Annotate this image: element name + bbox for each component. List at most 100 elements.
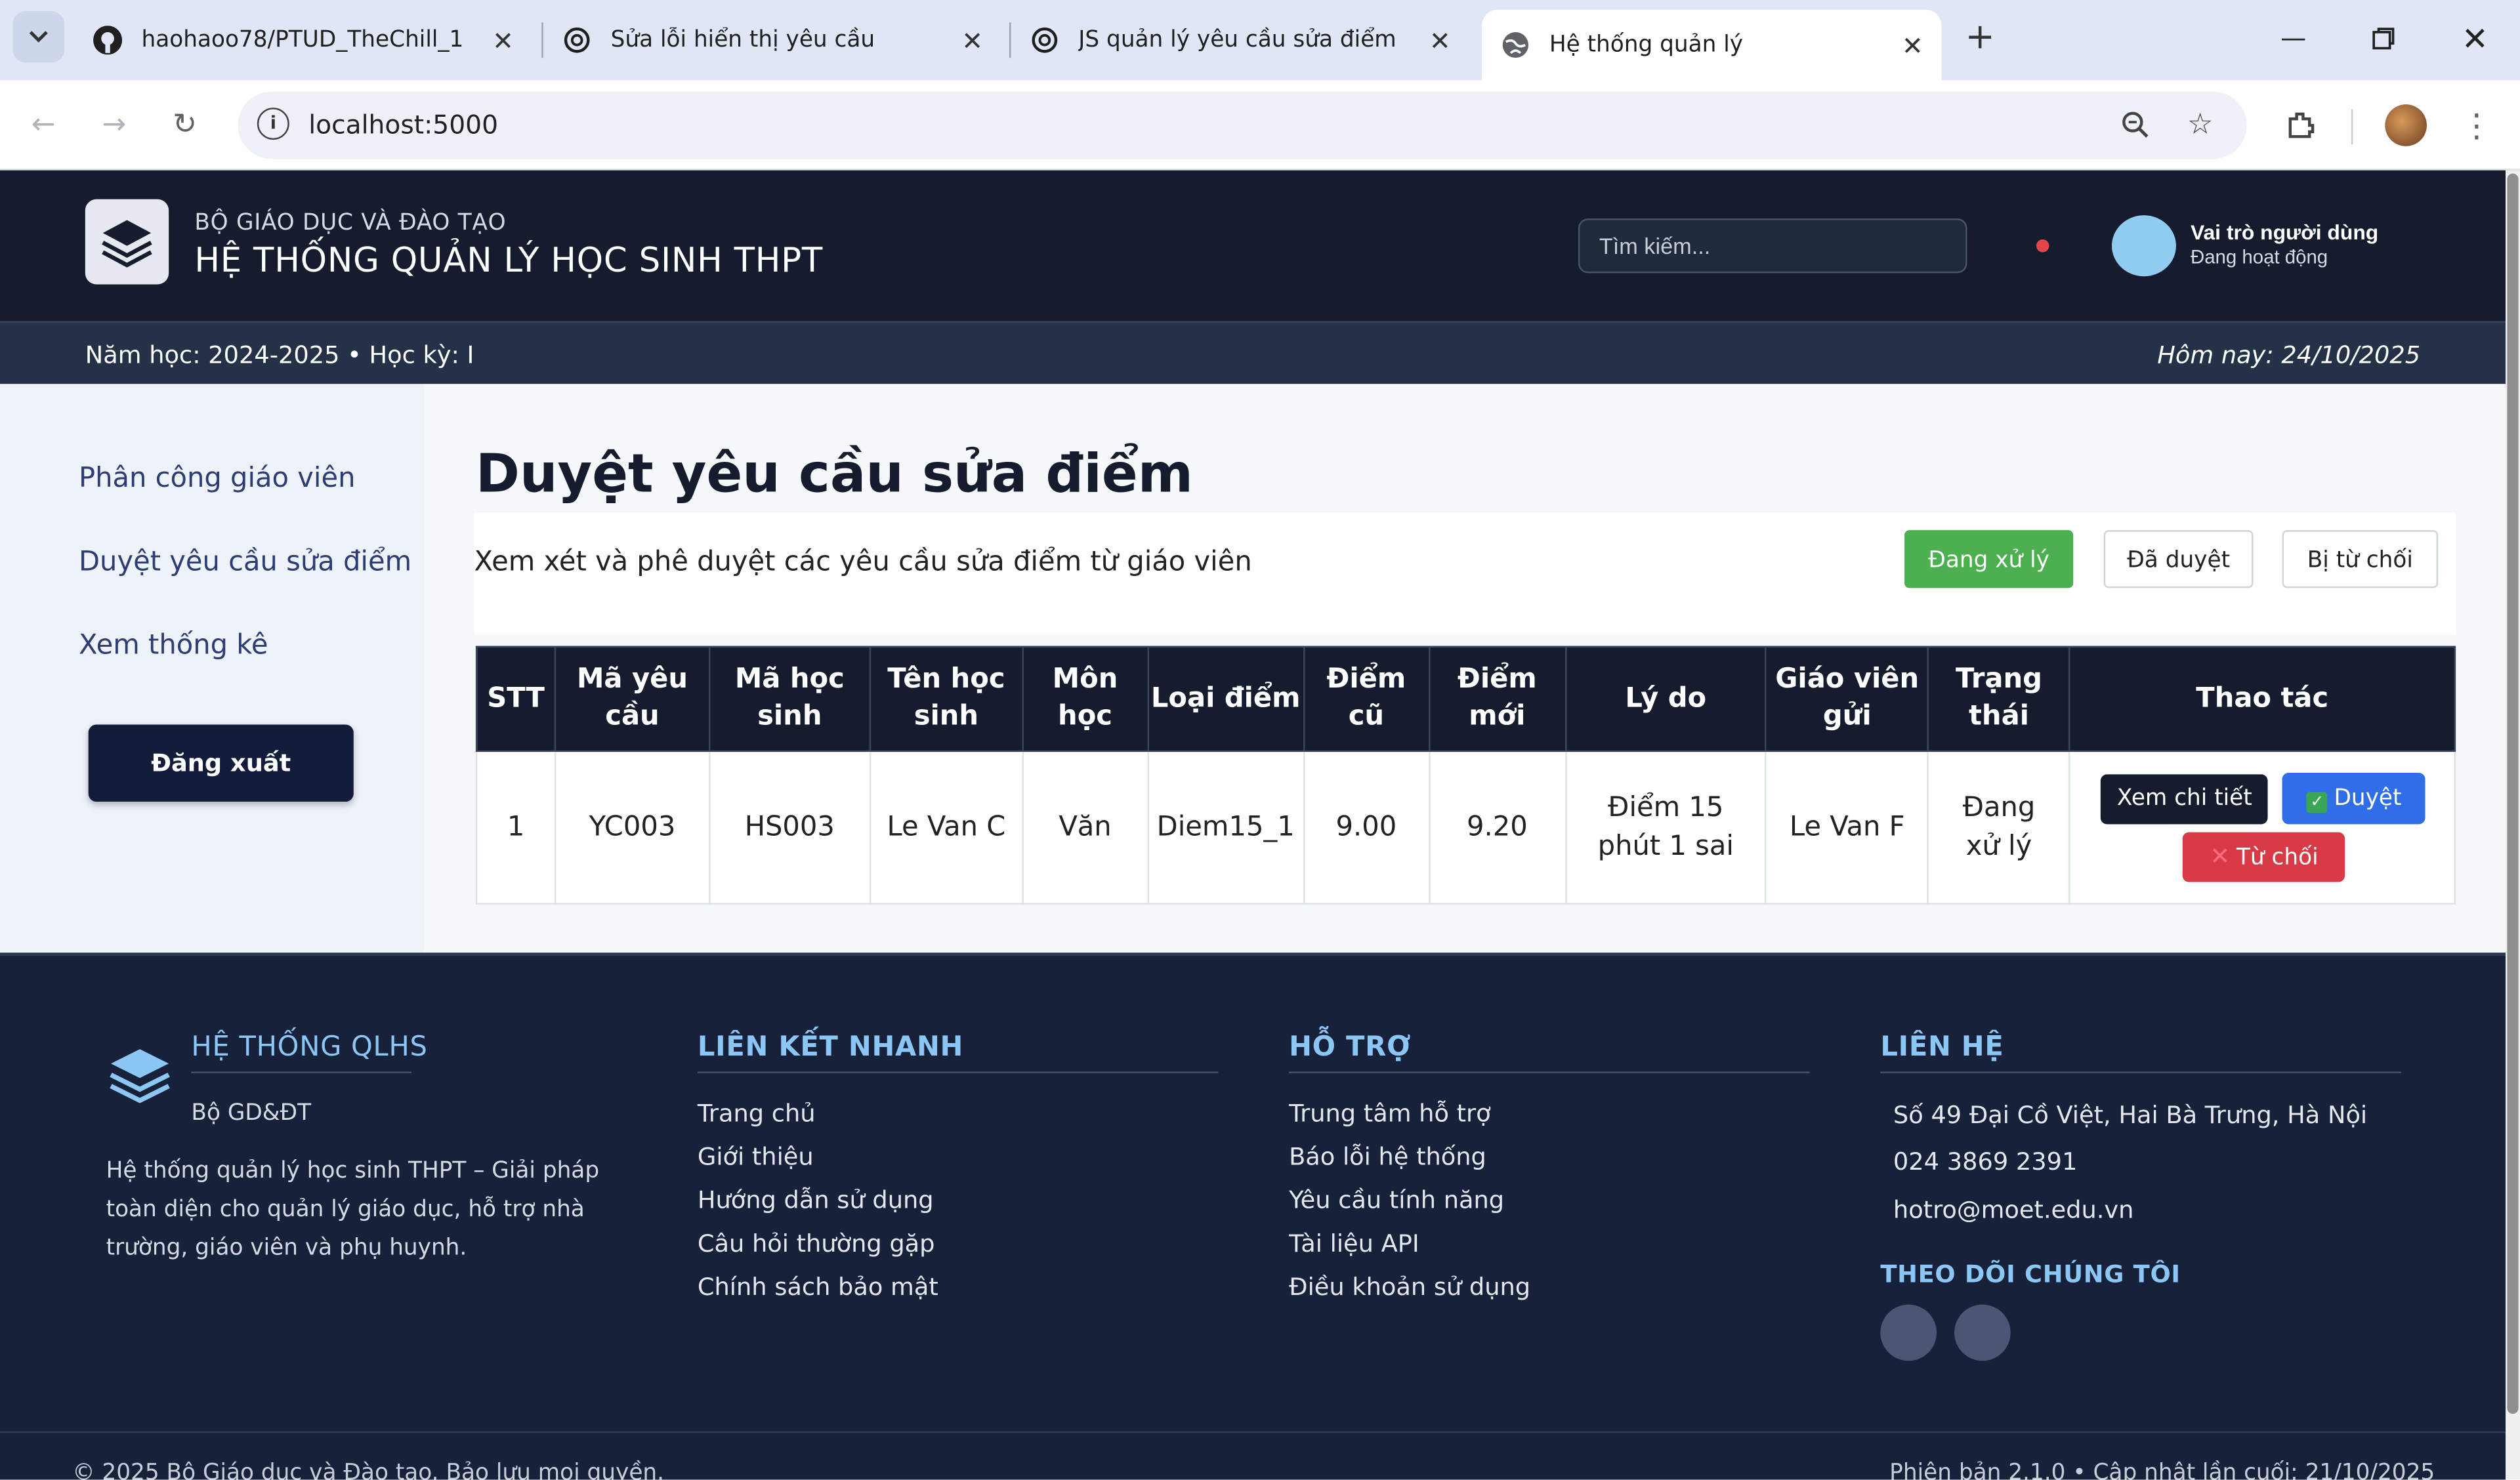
new-tab-button[interactable]: +: [1958, 16, 2003, 61]
column-header[interactable]: Lý do: [1564, 646, 1767, 752]
scrollbar-thumb[interactable]: [2507, 173, 2519, 1414]
footer-link-home[interactable]: Trang chủ: [698, 1099, 816, 1128]
tab-search-button[interactable]: [12, 11, 64, 63]
sidebar-item-assign-teacher[interactable]: Phân công giáo viên: [79, 462, 355, 495]
cell-score-type: Diem15_1: [1146, 750, 1305, 905]
profile-avatar[interactable]: [2385, 104, 2427, 146]
social-link[interactable]: [1954, 1304, 2011, 1361]
main-content: Duyệt yêu cầu sửa điểm Xem xét và phê du…: [424, 384, 2506, 953]
user-status: Đang hoạt động: [2190, 245, 2328, 268]
footer-link-privacy[interactable]: Chính sách bảo mật: [698, 1273, 938, 1302]
footer-divider: [1289, 1071, 1810, 1073]
column-header[interactable]: STT: [475, 646, 556, 752]
close-icon[interactable]: ✕: [1897, 30, 1929, 60]
footer: HỆ THỐNG QLHS Bộ GD&ĐT Hệ thống quản lý …: [0, 953, 2506, 1480]
close-icon[interactable]: ✕: [956, 25, 988, 56]
approve-button[interactable]: ✓ Duyệt: [2282, 772, 2426, 825]
social-link[interactable]: [1880, 1304, 1937, 1361]
cell-subject: Văn: [1021, 750, 1149, 905]
footer-link-api-docs[interactable]: Tài liệu API: [1289, 1229, 1419, 1258]
column-header[interactable]: Loại điểm: [1146, 646, 1305, 752]
notification-dot[interactable]: [2036, 239, 2049, 253]
column-header[interactable]: Mã yêu cầu: [554, 646, 711, 752]
view-detail-button[interactable]: Xem chi tiết: [2101, 774, 2269, 825]
footer-description: Hệ thống quản lý học sinh THPT – Giải ph…: [106, 1158, 600, 1262]
browser-tab-chat-2[interactable]: JS quản lý yêu cầu sửa điểm ✕: [1011, 10, 1469, 71]
window-close-icon[interactable]: ✕: [2451, 16, 2499, 61]
footer-link-bug-report[interactable]: Báo lỗi hệ thống: [1289, 1142, 1486, 1171]
close-icon[interactable]: ✕: [1424, 25, 1456, 56]
search-input[interactable]: [1578, 218, 1967, 274]
column-header[interactable]: Trạng thái: [1927, 646, 2070, 752]
user-avatar[interactable]: [2111, 215, 2176, 277]
column-header[interactable]: Điểm mới: [1428, 646, 1566, 752]
restore-icon[interactable]: [2359, 16, 2407, 61]
column-header[interactable]: Giáo viên gửi: [1765, 646, 1929, 752]
footer-link-guide[interactable]: Hướng dẫn sử dụng: [698, 1185, 934, 1214]
cell-stt: 1: [475, 750, 556, 905]
footer-divider: [697, 1071, 1219, 1073]
contact-email[interactable]: hotro@moet.edu.vn: [1893, 1195, 2134, 1224]
browser-tab-active[interactable]: Hệ thống quản lý ✕: [1481, 9, 1942, 81]
cell-reason: Điểm 15 phút 1 sai: [1564, 750, 1767, 905]
requests-table: STT Mã yêu cầu Mã học sinh Tên học sinh …: [475, 646, 2456, 905]
footer-link-faq[interactable]: Câu hỏi thường gặp: [698, 1229, 935, 1258]
back-icon[interactable]: ←: [21, 103, 66, 148]
column-header[interactable]: Mã học sinh: [708, 646, 871, 752]
tab-title: Sửa lỗi hiển thị yêu cầu: [610, 27, 875, 53]
filter-pending-button[interactable]: Đang xử lý: [1904, 530, 2074, 588]
column-header[interactable]: Thao tác: [2068, 646, 2456, 752]
footer-link-support-center[interactable]: Trung tâm hỗ trợ: [1289, 1099, 1491, 1128]
footer-divider: [1880, 1071, 2401, 1073]
view-detail-label: Xem chi tiết: [2116, 785, 2252, 812]
page-description: Xem xét và phê duyệt các yêu cầu sửa điể…: [474, 546, 1252, 579]
column-header[interactable]: Điểm cũ: [1303, 646, 1430, 752]
browser-tab-chat-1[interactable]: Sửa lỗi hiển thị yêu cầu ✕: [543, 10, 1001, 71]
footer-brand-sub: Bộ GD&ĐT: [191, 1100, 312, 1126]
sidebar-item-statistics[interactable]: Xem thống kê: [79, 630, 268, 662]
cell-new-score: 9.20: [1428, 750, 1566, 905]
sidebar: Phân công giáo viên Duyệt yêu cầu sửa đi…: [0, 384, 425, 953]
page: haohaoo78/PTUD_TheChill_1 ✕ Sửa lỗi hiển…: [0, 0, 2520, 1480]
footer-link-terms[interactable]: Điều khoản sử dụng: [1289, 1273, 1530, 1302]
cell-request-id: YC003: [554, 750, 711, 905]
contact-address: Số 49 Đại Cồ Việt, Hai Bà Trưng, Hà Nội: [1893, 1100, 2368, 1130]
sidebar-item-approve-requests[interactable]: Duyệt yêu cầu sửa điểm: [79, 546, 411, 579]
footer-divider: [0, 1431, 2506, 1433]
toolbar-divider: [2351, 109, 2353, 145]
browser-tab-github[interactable]: haohaoo78/PTUD_TheChill_1 ✕: [74, 10, 532, 71]
minimize-icon[interactable]: —: [2269, 16, 2317, 61]
footer-link-feature-request[interactable]: Yêu cầu tính năng: [1289, 1185, 1504, 1214]
version-info: Phiên bản 2.1.0 • Cập nhật lần cuối: 21/…: [1889, 1460, 2435, 1480]
zoom-icon[interactable]: [2116, 106, 2155, 145]
url-text[interactable]: localhost:5000: [308, 110, 498, 140]
logo[interactable]: [85, 199, 169, 285]
layers-icon: [110, 1049, 170, 1103]
quick-links-title: LIÊN KẾT NHANH: [697, 1031, 964, 1064]
bookmark-star-icon[interactable]: ☆: [2181, 106, 2219, 145]
reload-icon[interactable]: ↻: [162, 103, 207, 148]
address-bar[interactable]: i localhost:5000 ☆: [238, 91, 2247, 159]
check-icon: ✓: [2306, 792, 2328, 813]
filter-rejected-button[interactable]: Bị từ chối: [2282, 530, 2439, 588]
user-role: Vai trò người dùng: [2190, 220, 2379, 245]
column-header[interactable]: Tên học sinh: [869, 646, 1024, 752]
menu-dots-icon[interactable]: ⋮: [2454, 103, 2500, 148]
cell-old-score: 9.00: [1303, 750, 1430, 905]
filter-approved-button[interactable]: Đã duyệt: [2103, 530, 2254, 588]
site-info-icon[interactable]: i: [257, 108, 289, 140]
footer-link-about[interactable]: Giới thiệu: [698, 1142, 814, 1171]
logout-button[interactable]: Đăng xuất: [88, 724, 354, 802]
column-header[interactable]: Môn học: [1021, 646, 1149, 752]
globe-icon: [1501, 31, 1530, 60]
description-panel: Xem xét và phê duyệt các yêu cầu sửa điể…: [474, 512, 2456, 635]
close-icon[interactable]: ✕: [487, 25, 519, 56]
reject-button[interactable]: ✕ Từ chối: [2183, 832, 2345, 882]
forward-icon[interactable]: →: [92, 103, 137, 148]
layers-icon: [102, 219, 152, 267]
contact-phone[interactable]: 024 3869 2391: [1893, 1147, 2077, 1176]
openai-icon: [562, 26, 591, 54]
app-header: BỘ GIÁO DỤC VÀ ĐÀO TẠO HỆ THỐNG QUẢN LÝ …: [0, 170, 2520, 321]
cell-teacher: Le Van F: [1765, 750, 1929, 905]
extensions-icon[interactable]: [2279, 103, 2324, 148]
